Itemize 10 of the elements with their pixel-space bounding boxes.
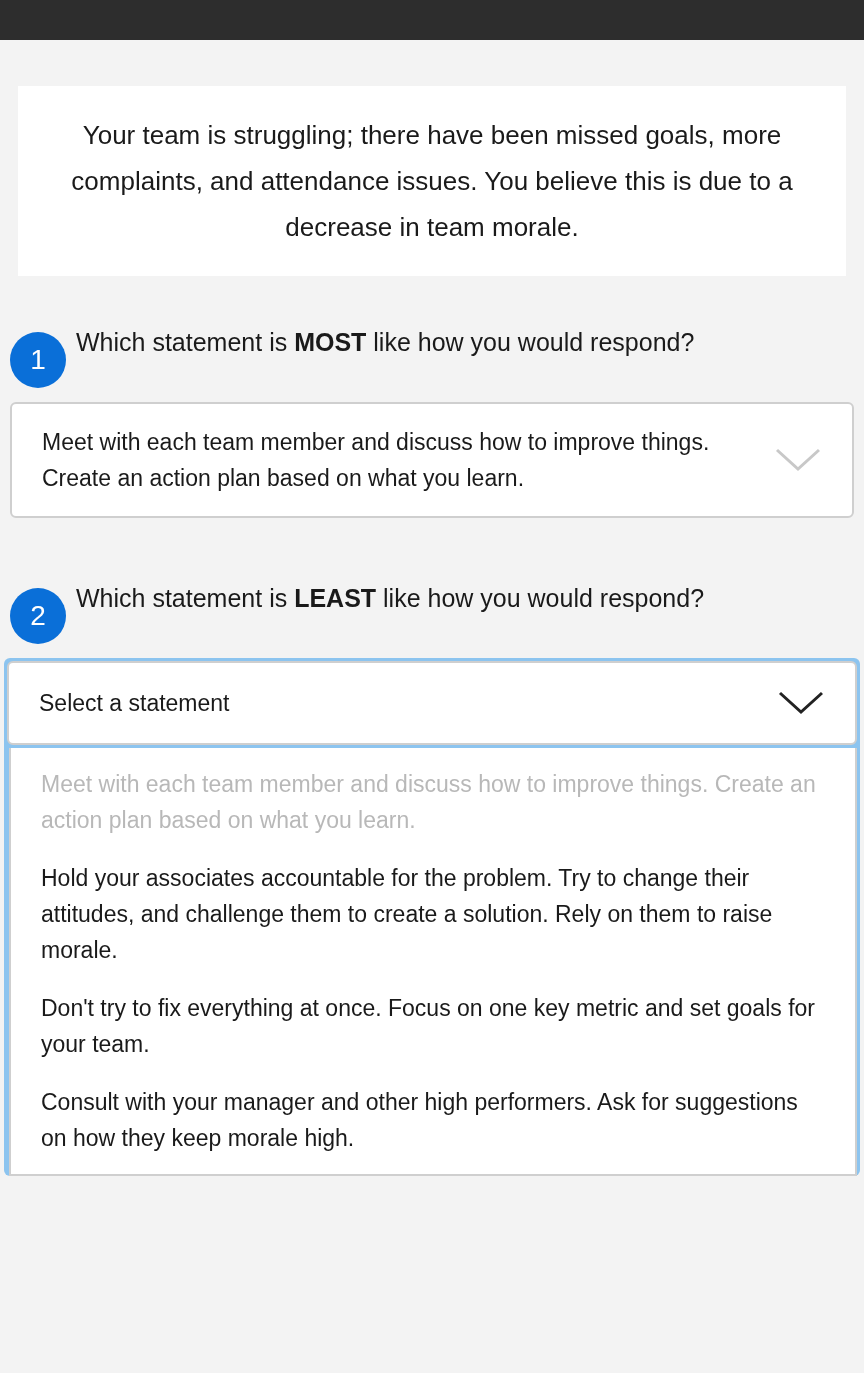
dropdown-option[interactable]: Hold your associates accountable for the problem. Try to change their attitudes, and challenge them to create a solution. Rely on them to raise morale. <box>41 860 825 968</box>
question-text: Which statement is LEAST like how you would respond? <box>76 583 706 614</box>
dropdown-option[interactable]: Don't try to fix everything at once. Focus on one key metric and set goals for your team. <box>41 990 825 1062</box>
scenario-text: Your team is struggling; there have been missed goals, more complaints, and attendance issues. You believe this is due to a decrease in team morale. <box>70 119 794 244</box>
question-text: Which statement is MOST like how you would respond? <box>76 327 695 358</box>
statement-dropdown[interactable]: Select a statement <box>7 661 857 745</box>
question-number-badge: 2 <box>10 588 66 644</box>
dropdown-option[interactable]: Consult with your manager and other high performers. Ask for suggestions on how they keep morale high. <box>41 1084 825 1156</box>
statement-dropdown[interactable]: Meet with each team member and discuss how to improve things. Create an action plan based on what you learn. <box>10 402 854 518</box>
question-number-badge: 1 <box>10 332 66 388</box>
